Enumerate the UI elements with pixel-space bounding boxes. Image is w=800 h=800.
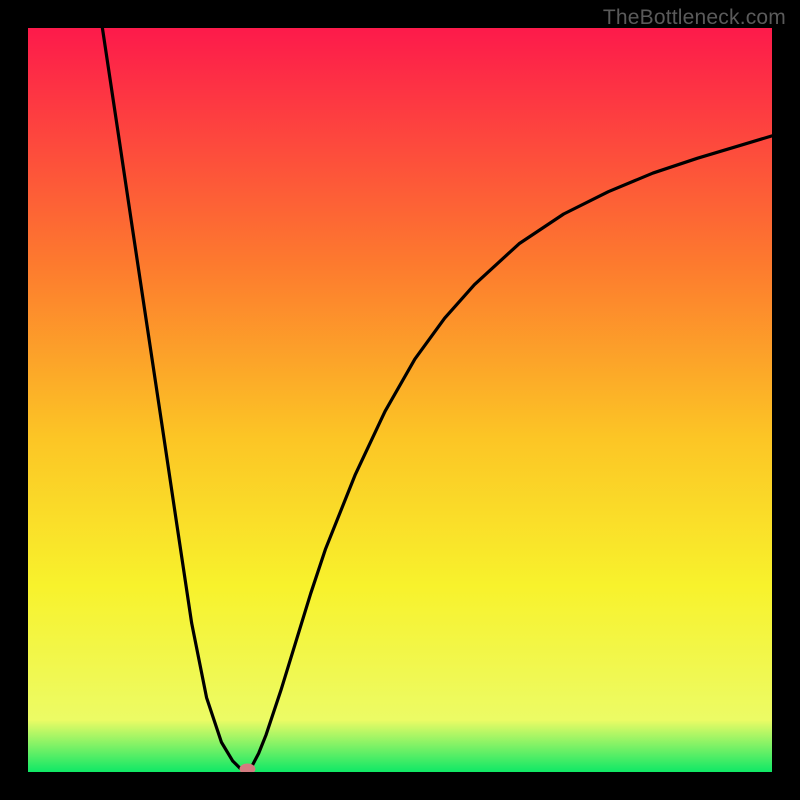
watermark-text: TheBottleneck.com — [603, 6, 786, 30]
plot-svg — [28, 28, 772, 772]
gradient-bg — [28, 28, 772, 772]
chart-frame: TheBottleneck.com — [0, 0, 800, 800]
plot-area — [28, 28, 772, 772]
